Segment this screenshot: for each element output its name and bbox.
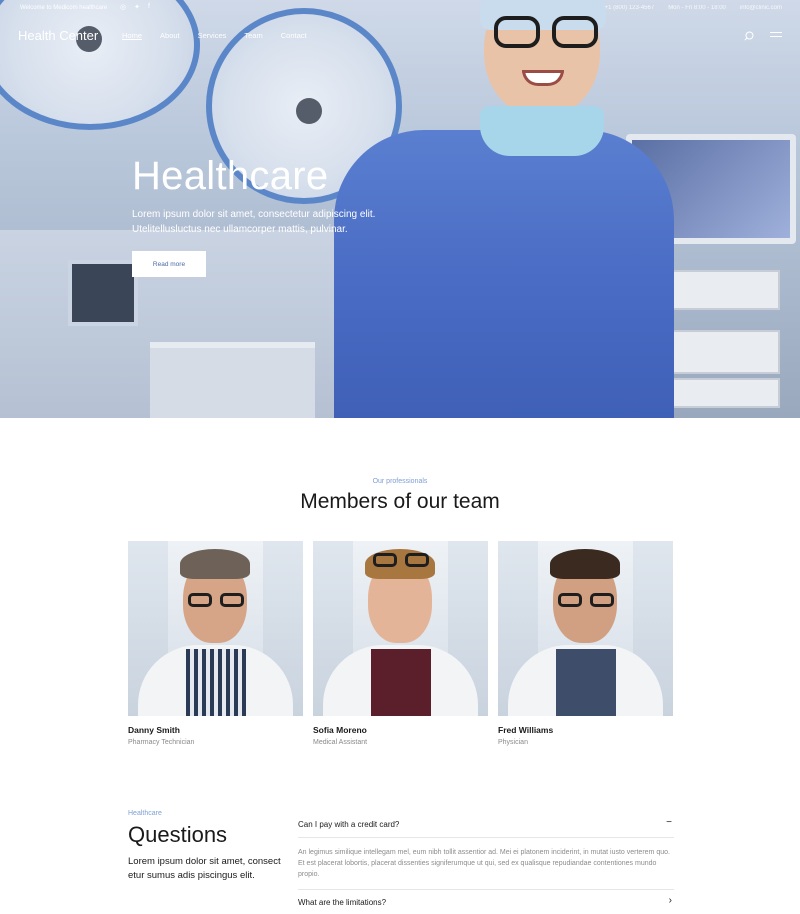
- welcome-text: Welcome to Medicom healthcare: [20, 5, 108, 11]
- nav-menu: Home About Services Team Contact: [122, 31, 307, 40]
- faq-question[interactable]: What are the limitations? ›: [298, 890, 674, 914]
- social-links: ◎ ✦ f: [120, 3, 150, 11]
- facebook-icon[interactable]: f: [148, 3, 150, 11]
- team-cards: Danny Smith Pharmacy Technician Sofia Mo…: [128, 541, 674, 746]
- instagram-icon[interactable]: ◎: [120, 3, 126, 11]
- faq-question-text[interactable]: What are the limitations?: [298, 898, 386, 907]
- site-logo[interactable]: Health Center: [18, 28, 98, 43]
- team-member-photo[interactable]: [313, 541, 488, 716]
- contact-info: +1 (800) 123-4567 Mon - Fri 8:00 - 18:00…: [605, 5, 782, 11]
- nav-item-contact[interactable]: Contact: [281, 31, 307, 40]
- monitor-image: [68, 260, 138, 326]
- twitter-icon[interactable]: ✦: [134, 3, 140, 11]
- nav-item-home[interactable]: Home: [122, 31, 142, 40]
- top-bar: Welcome to Medicom healthcare ◎ ✦ f +1 (…: [0, 0, 800, 18]
- main-nav: Health Center Home About Services Team C…: [0, 24, 800, 50]
- nav-item-team[interactable]: Team: [244, 31, 262, 40]
- faq-answer: An legimus similique intellegam mel, eum…: [298, 838, 674, 890]
- faq-question[interactable]: Can I pay with a credit card? −: [298, 812, 674, 838]
- team-member-photo[interactable]: [128, 541, 303, 716]
- search-icon[interactable]: [744, 31, 754, 41]
- surgical-lamp-image: [0, 0, 200, 130]
- medical-device-image: [670, 270, 780, 310]
- nav-item-about[interactable]: About: [160, 31, 180, 40]
- faq-accordion: Can I pay with a credit card? − An legim…: [298, 812, 674, 914]
- nav-item-services[interactable]: Services: [198, 31, 227, 40]
- collapse-icon[interactable]: −: [666, 817, 672, 828]
- team-card[interactable]: Sofia Moreno Medical Assistant: [313, 541, 488, 746]
- team-eyebrow: Our professionals: [372, 478, 428, 485]
- hero-content: Healthcare Lorem ipsum dolor sit amet, c…: [132, 154, 392, 237]
- medical-device-image: [670, 330, 780, 374]
- team-member-name[interactable]: Sofia Moreno: [313, 725, 488, 735]
- email-link[interactable]: info@clinic.com: [740, 5, 782, 11]
- team-member-photo[interactable]: [498, 541, 673, 716]
- team-card[interactable]: Danny Smith Pharmacy Technician: [128, 541, 303, 746]
- chevron-right-icon[interactable]: ›: [669, 895, 672, 906]
- read-more-button[interactable]: Read more: [132, 251, 206, 277]
- team-card[interactable]: Fred Williams Physician: [498, 541, 673, 746]
- team-member-role: Pharmacy Technician: [128, 739, 195, 746]
- faq-eyebrow: Healthcare: [128, 810, 162, 817]
- hero-title: Healthcare: [132, 154, 329, 198]
- team-member-name[interactable]: Fred Williams: [498, 725, 673, 735]
- menu-icon[interactable]: [770, 32, 782, 40]
- medical-device-image: [670, 378, 780, 408]
- hours-text: Mon - Fri 8:00 - 18:00: [668, 5, 726, 11]
- hero-subtitle: Lorem ipsum dolor sit amet, consectetur …: [132, 209, 376, 235]
- team-member-role: Medical Assistant: [313, 739, 368, 746]
- bed-image: [150, 342, 315, 418]
- team-member-name[interactable]: Danny Smith: [128, 725, 303, 735]
- faq-description: Lorem ipsum dolor sit amet, consect etur…: [128, 856, 281, 881]
- phone-text[interactable]: +1 (800) 123-4567: [605, 5, 655, 11]
- hero-section: Welcome to Medicom healthcare ◎ ✦ f +1 (…: [0, 0, 800, 418]
- team-member-role: Physician: [498, 739, 528, 746]
- faq-question-text[interactable]: Can I pay with a credit card?: [298, 820, 399, 829]
- team-title: Members of our team: [300, 490, 500, 513]
- faq-title: Questions: [128, 822, 228, 847]
